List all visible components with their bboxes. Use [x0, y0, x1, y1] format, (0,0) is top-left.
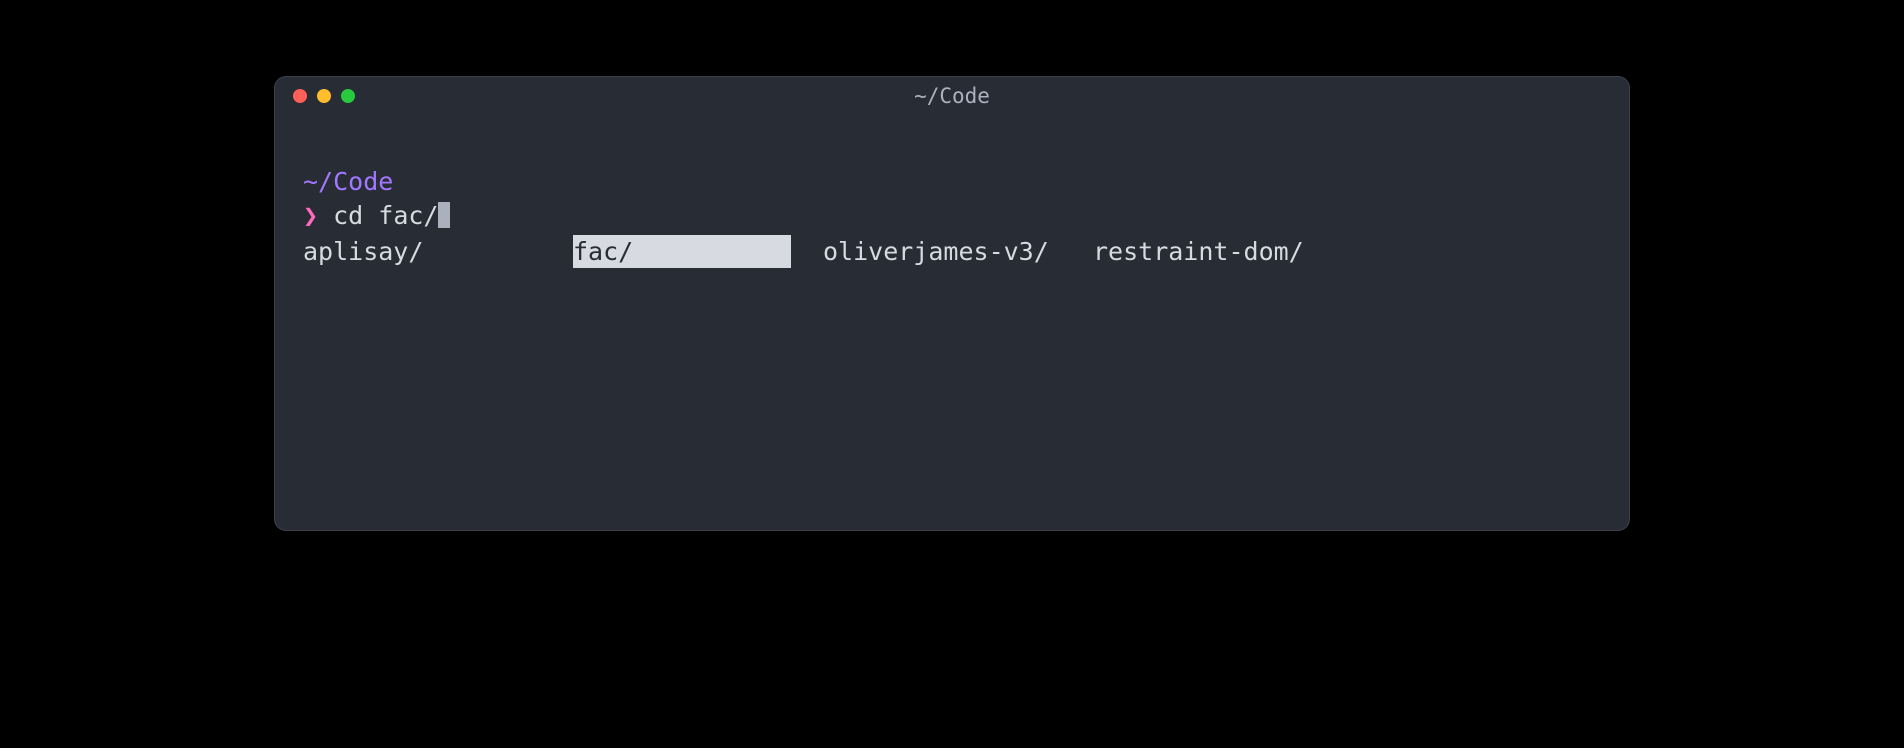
- titlebar: ~/Code: [275, 77, 1629, 115]
- completion-label: aplisay/: [303, 237, 423, 266]
- close-icon[interactable]: [293, 89, 307, 103]
- prompt-line: ❯ cd fac/: [303, 199, 1601, 233]
- completion-item[interactable]: restraint-dom/: [1093, 235, 1363, 269]
- completion-label: restraint-dom/: [1093, 237, 1304, 266]
- completion-label: oliverjames-v3/: [823, 237, 1049, 266]
- cursor-icon: [438, 202, 450, 228]
- minimize-icon[interactable]: [317, 89, 331, 103]
- completion-item[interactable]: oliverjames-v3/: [823, 235, 1093, 269]
- completion-label: fac/: [573, 235, 791, 269]
- window-title: ~/Code: [275, 84, 1629, 108]
- completions-row: aplisay/ fac/ oliverjames-v3/ restraint-…: [303, 235, 1601, 269]
- terminal-body[interactable]: ~/Code ❯ cd fac/ aplisay/ fac/ oliverjam…: [275, 115, 1629, 530]
- terminal-window: ~/Code ~/Code ❯ cd fac/ aplisay/ fac/ ol…: [274, 76, 1630, 531]
- completion-item[interactable]: aplisay/: [303, 235, 573, 269]
- traffic-lights: [293, 89, 355, 103]
- maximize-icon[interactable]: [341, 89, 355, 103]
- completion-item-selected[interactable]: fac/: [573, 235, 823, 269]
- prompt-char: ❯: [303, 199, 318, 233]
- command-input[interactable]: cd fac/: [318, 199, 438, 233]
- prompt-path: ~/Code: [303, 165, 1601, 199]
